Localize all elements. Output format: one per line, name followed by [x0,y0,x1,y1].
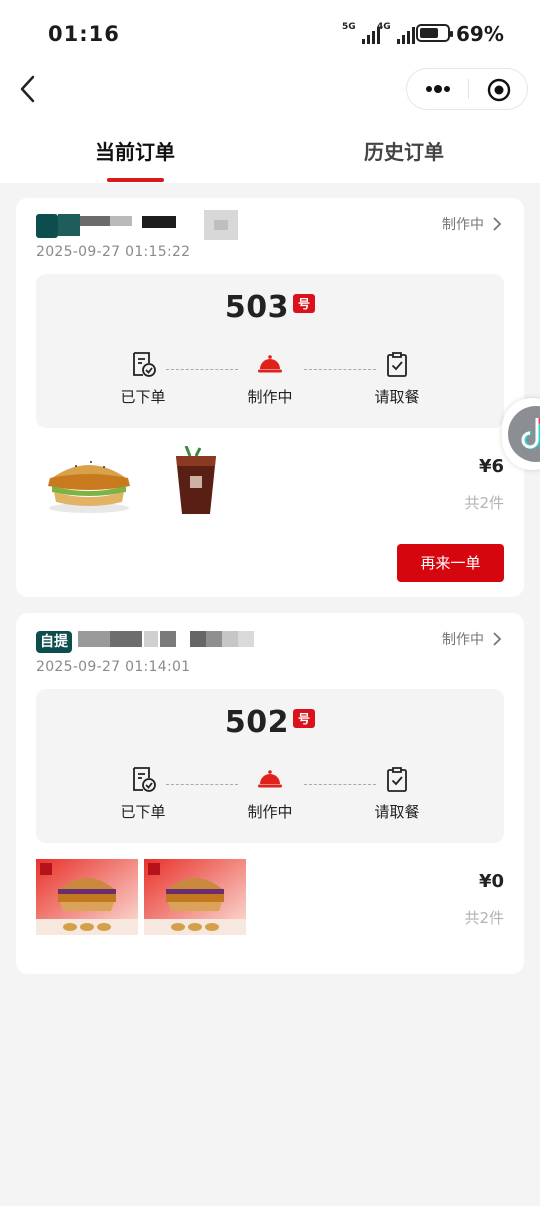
order-price: ¥6 [478,456,504,477]
step-label: 已下单 [120,388,166,406]
chevron-right-icon [493,217,502,231]
chevron-left-icon [20,75,35,103]
target-circle-icon [487,78,511,102]
floating-app-icon[interactable] [502,398,540,470]
item-count: 共2件 [464,494,504,512]
back-button[interactable] [14,74,44,104]
goods-row[interactable] [36,859,504,959]
pickup-number-suffix: 号 [293,709,316,728]
order-card[interactable]: 自提 制作中 2025-09-27 01:14:01 502 号 已下单 制作中… [16,613,524,974]
burger-promo-image [144,859,246,935]
order-time: 2025-09-27 01:14:01 [36,659,191,675]
signal-5g-icon: 5G [342,22,380,44]
tab-current-orders[interactable]: 当前订单 [95,136,175,165]
pickup-number-value: 503 [224,290,290,325]
step-ordered: 已下单 [83,765,203,822]
iced-tea-cup-image [176,446,216,514]
close-button[interactable] [487,78,511,102]
signal-4g-icon: 4G [377,22,415,44]
pickup-number-value: 502 [224,705,290,740]
step-pickup: 请取餐 [337,350,457,407]
active-tab-indicator [107,178,164,182]
step-making: 制作中 [210,765,330,822]
pickup-number: 503 号 [36,290,504,325]
burger-promo-image [36,859,138,935]
cloche-icon [258,355,282,373]
tab-history-orders[interactable]: 历史订单 [364,136,444,165]
order-status-text: 制作中 [442,632,484,648]
reorder-button[interactable]: 再来一单 [397,544,504,582]
more-button[interactable] [423,69,467,109]
item-count: 共2件 [464,909,504,927]
pickup-number: 502 号 [36,705,504,740]
order-status-link[interactable]: 制作中 [442,214,502,234]
order-progress-panel: 503 号 已下单 制作中 请取餐 [36,274,504,428]
clipboard-check-icon [387,352,407,377]
order-card[interactable]: 制作中 2025-09-27 01:15:22 503 号 已下单 制作中 请取… [16,198,524,597]
mini-program-capsule [406,68,528,110]
store-name-redacted [76,625,276,655]
clipboard-check-icon [387,767,407,792]
receipt-check-icon [133,352,156,377]
more-dots-icon [426,85,450,93]
order-progress-panel: 502 号 已下单 制作中 请取餐 [36,689,504,843]
receipt-check-icon [133,767,156,792]
order-time: 2025-09-27 01:15:22 [36,244,191,260]
battery-icon [416,24,453,42]
store-name-redacted [36,210,266,240]
chicken-burger-image [48,461,130,513]
pickup-badge: 自提 [36,631,72,653]
pickup-number-suffix: 号 [293,294,316,313]
goods-row[interactable] [36,444,504,544]
step-ordered: 已下单 [83,350,203,407]
order-status-link[interactable]: 制作中 [442,629,502,649]
step-label: 请取餐 [374,388,420,406]
step-label: 请取餐 [374,803,420,821]
cloche-icon [258,770,282,788]
step-label: 制作中 [247,388,293,406]
order-status-text: 制作中 [442,217,484,233]
battery-percent: 69% [456,22,504,46]
order-price: ¥0 [478,871,504,892]
step-label: 已下单 [120,803,166,821]
step-making: 制作中 [210,350,330,407]
music-note-icon [508,406,540,462]
step-label: 制作中 [247,803,293,821]
status-bar: 01:16 5G 4G 69% [0,0,540,68]
status-time: 01:16 [48,22,120,46]
step-pickup: 请取餐 [337,765,457,822]
capsule-divider [468,79,469,99]
chevron-right-icon [493,632,502,646]
